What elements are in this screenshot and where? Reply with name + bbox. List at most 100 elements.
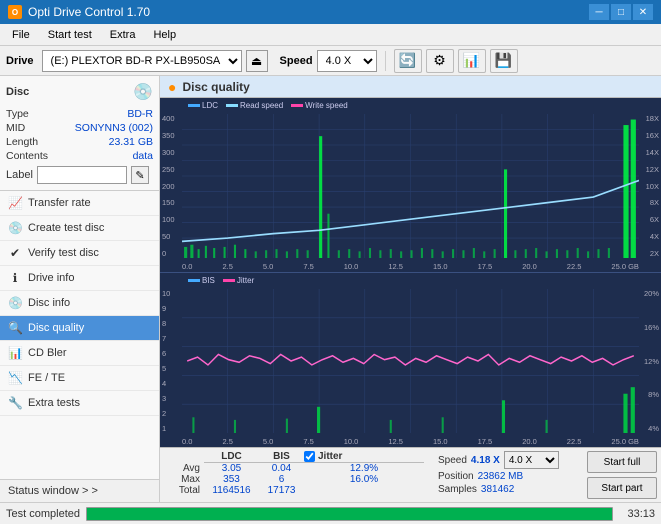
nav-create-test-disc-label: Create test disc (28, 222, 104, 234)
length-label: Length (6, 136, 38, 148)
nav-drive-info[interactable]: ℹ Drive info (0, 266, 159, 291)
menu-start-test[interactable]: Start test (40, 27, 100, 43)
nav-create-test-disc[interactable]: 💿 Create test disc (0, 216, 159, 241)
status-window-button[interactable]: Status window > > (0, 479, 159, 502)
menu-file[interactable]: File (4, 27, 38, 43)
save-button[interactable]: 💾 (490, 49, 518, 73)
chart2-svg (182, 289, 639, 433)
menu-bar: File Start test Extra Help (0, 24, 661, 46)
mid-value: SONYNN3 (002) (75, 122, 153, 134)
avg-label: Avg (164, 463, 204, 474)
start-full-button[interactable]: Start full (587, 451, 657, 473)
bis-legend-color (188, 279, 200, 282)
eject-button[interactable]: ⏏ (246, 50, 268, 72)
speed-dropdown[interactable]: 4.0 X (504, 451, 559, 469)
app-title: Opti Drive Control 1.70 (28, 5, 150, 19)
position-row: Position 23862 MB (438, 471, 559, 482)
nav-disc-quality-label: Disc quality (28, 322, 84, 334)
stats-table: LDC BIS Jitter Avg 3.05 0.04 12.9% Max (164, 451, 424, 496)
avg-jitter: 12.9% (304, 463, 424, 474)
write-speed-legend-label: Write speed (305, 101, 348, 110)
cd-bler-icon: 📊 (8, 346, 22, 360)
chart1-y-right: 18X 16X 14X 12X 10X 8X 6X 4X 2X (646, 114, 659, 258)
ldc-header: LDC (204, 451, 259, 463)
close-button[interactable]: ✕ (633, 4, 653, 20)
disc-edit-button[interactable]: ✎ (131, 166, 149, 184)
speed-label: Speed (280, 55, 313, 67)
speed-select[interactable]: 4.0 X (317, 50, 377, 72)
disc-label-input[interactable] (37, 166, 127, 184)
max-ldc: 353 (204, 474, 259, 485)
drive-select[interactable]: (E:) PLEXTOR BD-R PX-LB950SA 1.06 (42, 50, 242, 72)
jitter-header-cell: Jitter (304, 451, 424, 463)
start-part-button[interactable]: Start part (587, 477, 657, 499)
disc-info-icon: 💿 (8, 296, 22, 310)
speed-label-stat: Speed (438, 455, 467, 466)
status-window-label: Status window > > (8, 485, 98, 497)
menu-extra[interactable]: Extra (102, 27, 144, 43)
jitter-checkbox[interactable] (304, 451, 315, 462)
ldc-chart: LDC Read speed Write speed 400 (160, 98, 661, 273)
nav-extra-tests[interactable]: 🔧 Extra tests (0, 391, 159, 416)
disc-quality-header: ● Disc quality (160, 76, 661, 98)
refresh-button[interactable]: 🔄 (394, 49, 422, 73)
menu-help[interactable]: Help (145, 27, 184, 43)
bis-legend-item: BIS (188, 276, 215, 285)
samples-row: Samples 381462 (438, 484, 559, 495)
write-speed-legend-color (291, 104, 303, 107)
maximize-button[interactable]: □ (611, 4, 631, 20)
nav-fe-te-label: FE / TE (28, 372, 65, 384)
bis-chart: BIS Jitter 10 9 8 7 6 5 (160, 273, 661, 447)
progress-bar-container (86, 507, 613, 521)
disc-contents-row: Contents data (6, 150, 153, 162)
drive-info-icon: ℹ (8, 271, 22, 285)
disc-quality-header-icon: ● (168, 79, 176, 95)
max-label: Max (164, 474, 204, 485)
nav-verify-test-disc[interactable]: ✔ Verify test disc (0, 241, 159, 266)
disc-quality-title: Disc quality (182, 80, 249, 94)
drive-toolbar: Drive (E:) PLEXTOR BD-R PX-LB950SA 1.06 … (0, 46, 661, 76)
chart-button[interactable]: 📊 (458, 49, 486, 73)
start-buttons: Start full Start part (587, 451, 657, 499)
create-test-disc-icon: 💿 (8, 221, 22, 235)
disc-icon: 💿 (133, 82, 153, 102)
write-speed-legend-item: Write speed (291, 101, 348, 110)
nav-items: 📈 Transfer rate 💿 Create test disc ✔ Ver… (0, 191, 159, 479)
contents-label: Contents (6, 150, 48, 162)
read-speed-legend-item: Read speed (226, 101, 283, 110)
minimize-button[interactable]: ─ (589, 4, 609, 20)
nav-cd-bler-label: CD Bler (28, 347, 67, 359)
nav-cd-bler[interactable]: 📊 CD Bler (0, 341, 159, 366)
verify-test-disc-icon: ✔ (8, 246, 22, 260)
settings-button[interactable]: ⚙ (426, 49, 454, 73)
disc-length-row: Length 23.31 GB (6, 136, 153, 148)
content-area: ● Disc quality LDC Read speed (160, 76, 661, 502)
total-jitter-empty (304, 485, 424, 496)
fe-te-icon: 📉 (8, 371, 22, 385)
nav-transfer-rate[interactable]: 📈 Transfer rate (0, 191, 159, 216)
chart2-y-right: 20% 16% 12% 8% 4% (644, 289, 659, 433)
nav-disc-info[interactable]: 💿 Disc info (0, 291, 159, 316)
contents-value: data (133, 150, 153, 162)
nav-transfer-rate-label: Transfer rate (28, 197, 91, 209)
speed-position-area: Speed 4.18 X 4.0 X Position 23862 MB Sam… (438, 451, 559, 495)
jitter-header: Jitter (318, 451, 342, 462)
jitter-legend-label: Jitter (237, 276, 254, 285)
max-jitter: 16.0% (304, 474, 424, 485)
app-icon: O (8, 5, 22, 19)
chart1-y-left: 400 350 300 250 200 150 100 50 0 (162, 114, 175, 258)
nav-disc-quality[interactable]: 🔍 Disc quality (0, 316, 159, 341)
bis-legend-label: BIS (202, 276, 215, 285)
extra-tests-icon: 🔧 (8, 396, 22, 410)
chart1-x-labels: 0.0 2.5 5.0 7.5 10.0 12.5 15.0 17.5 20.0… (182, 262, 639, 271)
transfer-rate-icon: 📈 (8, 196, 22, 210)
total-bis: 17173 (259, 485, 304, 496)
avg-bis: 0.04 (259, 463, 304, 474)
nav-verify-test-disc-label: Verify test disc (28, 247, 99, 259)
drive-label: Drive (6, 55, 34, 67)
stats-empty-header (164, 451, 204, 463)
nav-extra-tests-label: Extra tests (28, 397, 80, 409)
stats-area: LDC BIS Jitter Avg 3.05 0.04 12.9% Max (160, 447, 661, 502)
position-label: Position (438, 471, 474, 482)
nav-fe-te[interactable]: 📉 FE / TE (0, 366, 159, 391)
